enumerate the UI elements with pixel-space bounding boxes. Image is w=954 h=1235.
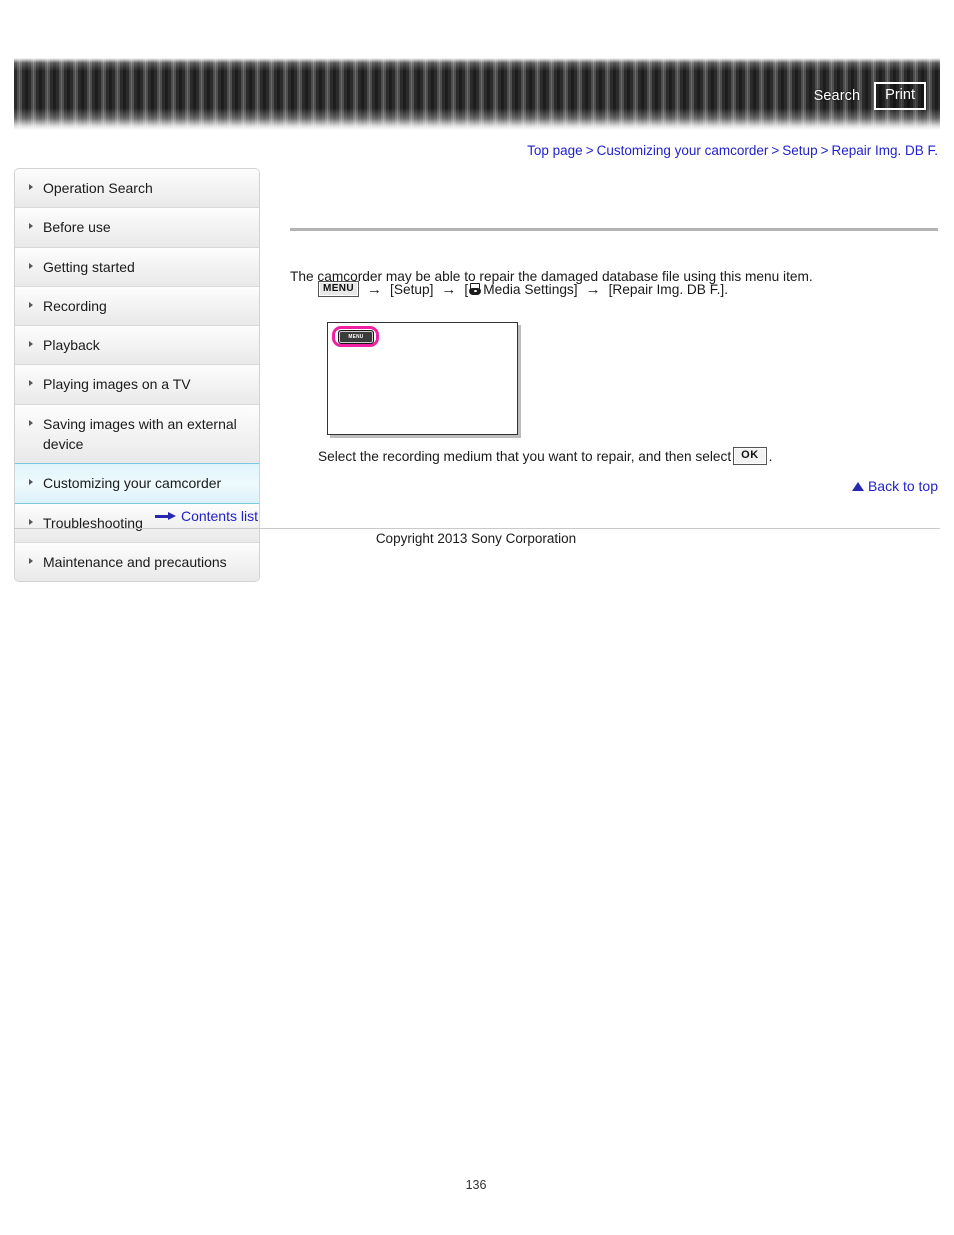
sidebar-item-label: Recording: [43, 297, 107, 314]
print-button[interactable]: Print: [874, 82, 926, 110]
breadcrumb-item-repair-img-db-f[interactable]: Repair Img. DB F.: [831, 143, 938, 158]
footer-divider: [14, 528, 940, 529]
sidebar-item-playing-images-on-a-tv[interactable]: Playing images on a TV: [15, 365, 259, 405]
sidebar-item-label: Getting started: [43, 258, 135, 275]
contents-list-link[interactable]: Contents list: [181, 509, 258, 523]
header-banner: Search Print: [14, 58, 940, 130]
search-link[interactable]: Search: [814, 88, 861, 104]
sidebar-item-operation-search[interactable]: Operation Search: [15, 169, 259, 209]
ok-chip: OK: [733, 447, 767, 466]
path-arrow-icon: →: [585, 280, 601, 298]
path-arrow-icon: →: [441, 280, 457, 298]
lcd-menu-button-label: MENU: [348, 333, 364, 340]
copyright-text: Copyright 2013 Sony Corporation: [375, 531, 577, 546]
breadcrumb-separator: >: [585, 143, 594, 158]
sidebar-item-getting-started[interactable]: Getting started: [15, 247, 259, 287]
menu-step-repair-img-db-f: [Repair Img. DB F.].: [608, 281, 728, 297]
lcd-screen-illustration: MENU: [327, 322, 518, 435]
bullet-triangle-icon: [29, 301, 33, 308]
select-instruction: Select the recording medium that you wan…: [318, 447, 773, 466]
select-instruction-text-before: Select the recording medium that you wan…: [318, 448, 732, 464]
bullet-triangle-icon: [29, 479, 33, 486]
content-divider: [290, 228, 938, 231]
sidebar-item-playback[interactable]: Playback: [15, 326, 259, 366]
bullet-triangle-icon: [29, 184, 33, 190]
sidebar-item-recording[interactable]: Recording: [15, 286, 259, 327]
sidebar-item-maintenance-and-precautions[interactable]: Maintenance and precautions: [15, 542, 259, 582]
sidebar-item-label: Operation Search: [43, 180, 153, 196]
header-fade-overlay: [14, 58, 940, 130]
select-instruction-text-after: .: [768, 448, 773, 464]
breadcrumb-item-customizing-your-camcorder[interactable]: Customizing your camcorder: [597, 143, 769, 158]
breadcrumb-item-top-page[interactable]: Top page: [527, 143, 583, 158]
breadcrumb-separator: >: [771, 143, 780, 158]
bullet-triangle-icon: [29, 557, 33, 564]
header-tools: Search Print: [814, 82, 926, 110]
media-settings-icon: [468, 283, 482, 295]
menu-chip: MENU: [318, 281, 360, 297]
menu-step-setup: [Setup]: [390, 281, 434, 297]
lcd-menu-button[interactable]: MENU: [338, 330, 374, 344]
back-to-top-label: Back to top: [867, 478, 938, 494]
bullet-triangle-icon: [29, 419, 33, 426]
sidebar-item-label: Playback: [43, 337, 100, 354]
sidebar-item-before-use[interactable]: Before use: [15, 208, 259, 248]
breadcrumb: Top page > Customizing your camcorder > Setu…: [527, 143, 938, 158]
menu-step-media-settings: Media Settings]: [483, 281, 578, 297]
back-to-top-link[interactable]: Back to top: [851, 478, 938, 494]
page-number: 136: [465, 1178, 487, 1192]
sidebar-item-customizing-your-camcorder[interactable]: Customizing your camcorder: [15, 463, 259, 504]
bullet-triangle-icon: [29, 341, 33, 348]
menu-path-instruction: MENU → [Setup] → [ Media Settings] → [Re…: [318, 281, 728, 297]
breadcrumb-item-setup[interactable]: Setup: [782, 143, 817, 158]
bullet-triangle-icon: [29, 262, 33, 269]
contents-list-row: Contents list: [14, 509, 258, 523]
breadcrumb-separator: >: [820, 143, 829, 158]
bullet-triangle-icon: [29, 380, 33, 387]
sidebar-item-label: Customizing your camcorder: [43, 475, 222, 492]
bullet-triangle-icon: [29, 223, 33, 230]
path-arrow-icon: →: [367, 280, 383, 298]
sidebar-item-label: Before use: [43, 219, 111, 236]
sidebar-item-label: Saving images with an external device: [43, 415, 237, 453]
sidebar-item-label: Playing images on a TV: [43, 376, 191, 393]
sidebar-item-label: Maintenance and precautions: [43, 553, 227, 570]
right-arrow-icon: [154, 511, 177, 521]
sidebar-item-saving-images-with-an-external-device[interactable]: Saving images with an external device: [15, 404, 259, 465]
triangle-up-icon: [851, 481, 864, 491]
